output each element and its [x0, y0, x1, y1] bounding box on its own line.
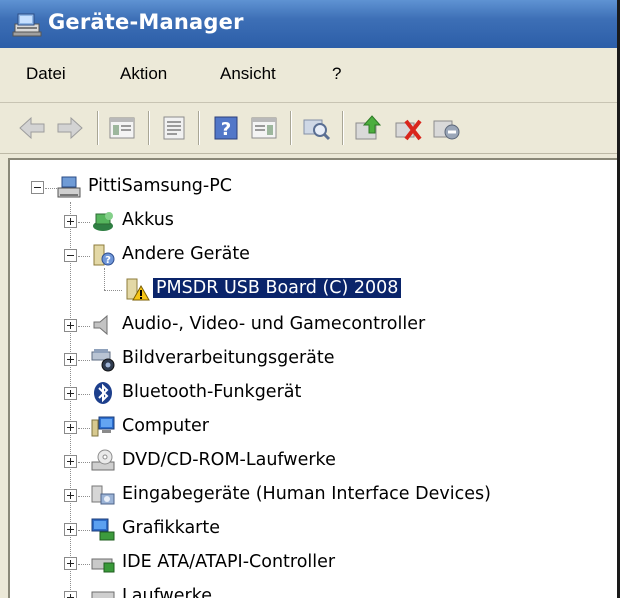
tree-item-pmsdr-selected[interactable]: PMSDR USB Board (C) 2008 — [153, 278, 402, 298]
expand-ide[interactable] — [64, 557, 77, 570]
camera-icon — [91, 349, 115, 372]
menu-help[interactable]: ? — [332, 64, 341, 84]
menu-aktion[interactable]: Aktion — [120, 64, 167, 84]
update-driver-icon[interactable] — [352, 113, 384, 143]
expand-akkus[interactable] — [64, 215, 77, 228]
title-bar[interactable]: Geräte-Manager — [0, 0, 617, 48]
toolbar: ? — [0, 103, 617, 154]
tree-item-dvd[interactable]: DVD/CD-ROM-Laufwerke — [122, 450, 336, 470]
expand-audio[interactable] — [64, 319, 77, 332]
menu-bar: Datei Aktion Ansicht ? — [0, 48, 617, 103]
device-manager-icon — [12, 13, 42, 37]
expand-grafikkarte[interactable] — [64, 523, 77, 536]
help-icon[interactable]: ? — [210, 113, 242, 143]
cdrom-icon — [91, 449, 115, 471]
warning-device-icon — [126, 278, 150, 301]
disable-icon[interactable] — [430, 113, 462, 143]
tree-item-computer[interactable]: Computer — [122, 416, 209, 436]
menu-datei[interactable]: Datei — [26, 64, 66, 84]
computer-icon — [91, 416, 115, 437]
properties-icon[interactable] — [158, 113, 190, 143]
tree-item-bildverarbeitung[interactable]: Bildverarbeitungsgeräte — [122, 348, 335, 368]
tree-root-label[interactable]: PittiSamsung-PC — [88, 176, 232, 196]
tree-item-audio[interactable]: Audio-, Video- und Gamecontroller — [122, 314, 425, 334]
expand-dvd[interactable] — [64, 455, 77, 468]
hid-icon — [91, 485, 115, 505]
expand-eingabegeraete[interactable] — [64, 489, 77, 502]
scan-hardware-icon[interactable] — [300, 113, 332, 143]
tree-item-ide[interactable]: IDE ATA/ATAPI-Controller — [122, 552, 335, 572]
computer-root-icon — [57, 176, 81, 198]
expand-bluetooth[interactable] — [64, 387, 77, 400]
tree-item-akkus[interactable]: Akkus — [122, 210, 174, 230]
view-icon[interactable] — [248, 113, 280, 143]
device-tree[interactable]: PittiSamsung-PC Akkus ? Andere Geräte PM… — [8, 158, 617, 598]
display-adapter-icon — [91, 518, 115, 541]
back-icon[interactable] — [16, 113, 48, 143]
expand-computer[interactable] — [64, 421, 77, 434]
svg-text:?: ? — [221, 119, 231, 140]
show-hide-tree-icon[interactable] — [106, 113, 138, 143]
speaker-icon — [93, 314, 108, 336]
tree-item-andere-geraete[interactable]: Andere Geräte — [122, 244, 250, 264]
uninstall-icon[interactable] — [392, 113, 424, 143]
menu-ansicht[interactable]: Ansicht — [220, 64, 276, 84]
device-manager-window: Geräte-Manager Datei Aktion Ansicht ? ? … — [0, 0, 620, 598]
tree-item-laufwerke[interactable]: Laufwerke — [122, 586, 212, 598]
expand-laufwerke[interactable] — [64, 591, 77, 598]
collapse-andere-geraete[interactable] — [64, 249, 77, 262]
bluetooth-icon — [94, 382, 112, 404]
expand-bildverarbeitung[interactable] — [64, 353, 77, 366]
tree-item-eingabegeraete[interactable]: Eingabegeräte (Human Interface Devices) — [122, 484, 491, 504]
tree-item-grafikkarte[interactable]: Grafikkarte — [122, 518, 220, 538]
svg-text:?: ? — [105, 255, 111, 266]
window-title: Geräte-Manager — [48, 10, 244, 34]
root-collapse-toggle[interactable] — [31, 181, 44, 194]
forward-icon[interactable] — [54, 113, 86, 143]
unknown-device-icon: ? — [93, 244, 115, 266]
drive-icon — [91, 591, 115, 598]
ide-controller-icon — [91, 558, 115, 573]
tree-item-bluetooth[interactable]: Bluetooth-Funkgerät — [122, 382, 301, 402]
battery-icon — [93, 212, 113, 231]
